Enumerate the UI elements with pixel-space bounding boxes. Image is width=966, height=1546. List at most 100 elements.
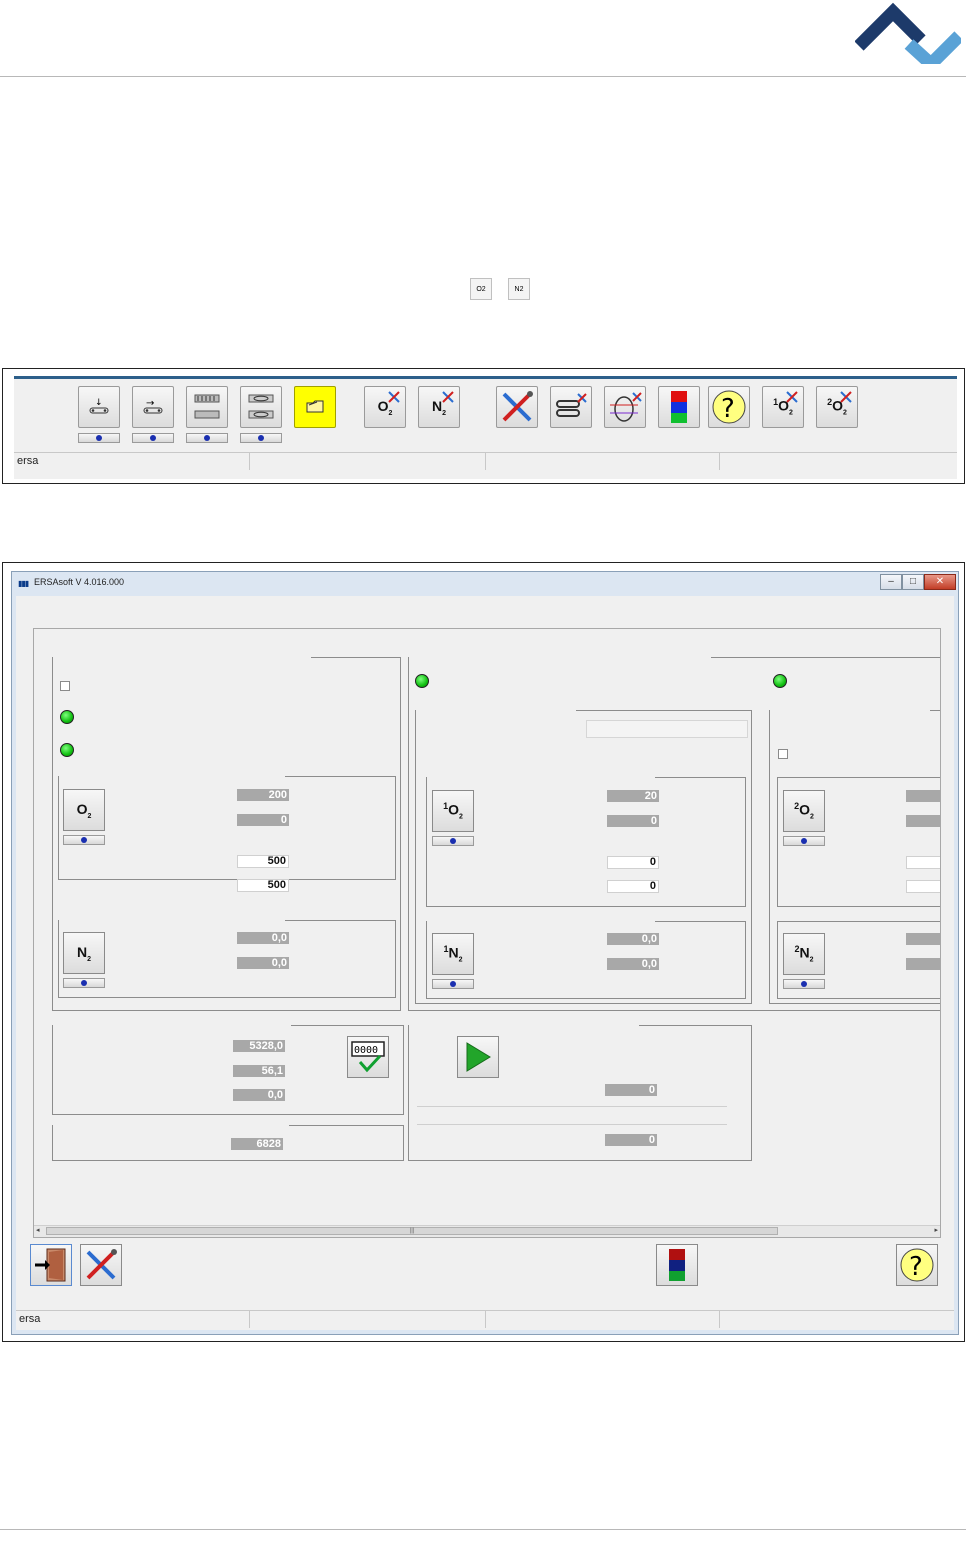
zone1-o2-info-button[interactable] bbox=[432, 836, 474, 846]
open-folder-button[interactable] bbox=[294, 386, 336, 428]
zone2-o2-info-button[interactable] bbox=[783, 836, 825, 846]
maximize-button[interactable]: □ bbox=[902, 574, 924, 590]
title-bar: ▮▮▮ ERSAsoft V 4.016.000 – □ ✕ bbox=[12, 572, 958, 594]
o2-label: O2 bbox=[76, 800, 92, 820]
n2-mini-icon: N2 bbox=[508, 278, 530, 300]
footer-divider bbox=[0, 1529, 966, 1530]
n2-value: 0,0 bbox=[237, 957, 289, 969]
horizontal-scrollbar[interactable]: ◂ ||| ▸ bbox=[34, 1225, 940, 1237]
board-stack-button[interactable] bbox=[186, 386, 228, 428]
counter-value: 0,0 bbox=[233, 1089, 285, 1101]
scrollbar-thumb[interactable]: ||| bbox=[46, 1227, 778, 1235]
zone1-o2-button[interactable]: 1O2 bbox=[432, 790, 474, 832]
svg-text:?: ? bbox=[721, 394, 735, 424]
info-icon bbox=[450, 838, 456, 844]
zone2-checkbox[interactable] bbox=[778, 749, 788, 759]
window-status-bar: ersa bbox=[16, 1310, 954, 1328]
left-group: O2 200 0 500 500 N2 0,0 0,0 bbox=[52, 656, 401, 1011]
exit-button[interactable] bbox=[30, 1244, 72, 1286]
zone1-o2-value: 20 bbox=[607, 790, 659, 802]
zone1-o2-value: 0 bbox=[607, 815, 659, 827]
zone1-n2-value: 0,0 bbox=[607, 958, 659, 970]
conveyor-transport-button[interactable]: → bbox=[132, 386, 174, 428]
signal-tower-button[interactable] bbox=[656, 1244, 698, 1286]
zone1-o2-tool-button[interactable]: 1O2 bbox=[762, 386, 804, 428]
board-chain-button[interactable] bbox=[240, 386, 282, 428]
zone2-n2-value bbox=[906, 933, 940, 945]
status-user: ersa bbox=[16, 1311, 250, 1328]
board-stack-icon bbox=[194, 394, 220, 419]
n2-button[interactable]: N2 bbox=[63, 932, 105, 974]
start-button[interactable] bbox=[457, 1036, 499, 1078]
zone2-group: 2O2 2N2 bbox=[769, 709, 940, 1004]
zone2-o2-tool-button[interactable]: 2O2 bbox=[816, 386, 858, 428]
app-window: ▮▮▮ ERSAsoft V 4.016.000 – □ ✕ O2 200 0 … bbox=[11, 571, 959, 1335]
board-chain-icon bbox=[248, 394, 274, 419]
n2-tool-button[interactable]: N2 bbox=[418, 386, 460, 428]
scroll-right-icon[interactable]: ▸ bbox=[934, 1226, 938, 1234]
group-title-gap bbox=[409, 656, 711, 659]
separator bbox=[417, 1106, 727, 1107]
zone2-o2-setpoint-input[interactable] bbox=[906, 856, 940, 869]
zone2-led bbox=[773, 674, 787, 688]
group-title-gap bbox=[53, 656, 311, 659]
conveyor-transport-info-button[interactable] bbox=[132, 433, 174, 443]
group-title-gap bbox=[427, 776, 655, 779]
svg-text:↓: ↓ bbox=[95, 398, 103, 408]
tool-icon bbox=[442, 391, 454, 403]
help-button[interactable]: ? bbox=[708, 386, 750, 428]
client-area: O2 20 0 0 500 500 N2 0,0 0,0 1O2 20 0 0 0… bbox=[16, 596, 954, 1330]
tool-icon bbox=[840, 391, 852, 403]
settings-tools-button[interactable] bbox=[80, 1244, 122, 1286]
scroll-left-icon[interactable]: ◂ bbox=[36, 1226, 40, 1234]
process-value: 0 bbox=[605, 1084, 657, 1096]
heater-tools-button[interactable] bbox=[604, 386, 646, 428]
o2-button[interactable]: O2 bbox=[63, 789, 105, 831]
screwdriver-wrench-icon bbox=[86, 1249, 117, 1280]
signal-tower-button[interactable] bbox=[658, 386, 700, 428]
o2-info-button[interactable] bbox=[63, 835, 105, 845]
status-segment bbox=[250, 453, 486, 470]
zone2-n2-button[interactable]: 2N2 bbox=[783, 933, 825, 975]
counter-reset-button[interactable]: 0000 bbox=[347, 1036, 389, 1078]
group-title-gap bbox=[416, 709, 576, 712]
app-icon: ▮▮▮ bbox=[18, 579, 29, 588]
separator bbox=[417, 1124, 727, 1125]
screwdriver-wrench-icon bbox=[502, 391, 533, 422]
o2-setpoint-input[interactable]: 500 bbox=[237, 855, 289, 868]
signal-tower-icon bbox=[669, 1249, 685, 1281]
status-segment bbox=[250, 1311, 486, 1328]
help-icon: ? bbox=[712, 390, 746, 424]
status-segment bbox=[486, 453, 720, 470]
zone1-led bbox=[415, 674, 429, 688]
settings-tools-button[interactable] bbox=[496, 386, 538, 428]
n2-info-button[interactable] bbox=[63, 978, 105, 988]
o2-tool-button[interactable]: O2 bbox=[364, 386, 406, 428]
group-title-gap bbox=[427, 920, 655, 923]
minimize-button[interactable]: – bbox=[880, 574, 902, 590]
o2-setpoint-input[interactable]: 500 bbox=[237, 879, 289, 892]
window-figure: ▮▮▮ ERSAsoft V 4.016.000 – □ ✕ O2 200 0 … bbox=[2, 562, 965, 1342]
zone2-o2-setpoint-input[interactable] bbox=[906, 880, 940, 893]
ersa-logo bbox=[855, 2, 961, 64]
board-chain-info-button[interactable] bbox=[240, 433, 282, 443]
close-button[interactable]: ✕ bbox=[924, 574, 956, 590]
zone1-n2-info-button[interactable] bbox=[432, 979, 474, 989]
zone1-n2-button[interactable]: 1N2 bbox=[432, 933, 474, 975]
conveyor-tools-button[interactable] bbox=[550, 386, 592, 428]
info-icon bbox=[801, 838, 807, 844]
board-stack-info-button[interactable] bbox=[186, 433, 228, 443]
group-title-gap bbox=[53, 1124, 289, 1127]
zone1-o2-setpoint-input[interactable]: 0 bbox=[607, 856, 659, 869]
zone2-o2-button[interactable]: 2O2 bbox=[783, 790, 825, 832]
play-icon bbox=[466, 1042, 491, 1072]
conveyor-load-button[interactable]: ↓ bbox=[78, 386, 120, 428]
zone2-n2-info-button[interactable] bbox=[783, 979, 825, 989]
o2-value: 0 bbox=[237, 814, 289, 826]
zone1-o2-setpoint-input[interactable]: 0 bbox=[607, 880, 659, 893]
zone1-o2-label: 1O2 bbox=[443, 801, 463, 821]
help-button[interactable]: ? bbox=[896, 1244, 938, 1286]
checkbox[interactable] bbox=[60, 681, 70, 691]
window-title: ERSAsoft V 4.016.000 bbox=[34, 577, 125, 587]
conveyor-load-info-button[interactable] bbox=[78, 433, 120, 443]
